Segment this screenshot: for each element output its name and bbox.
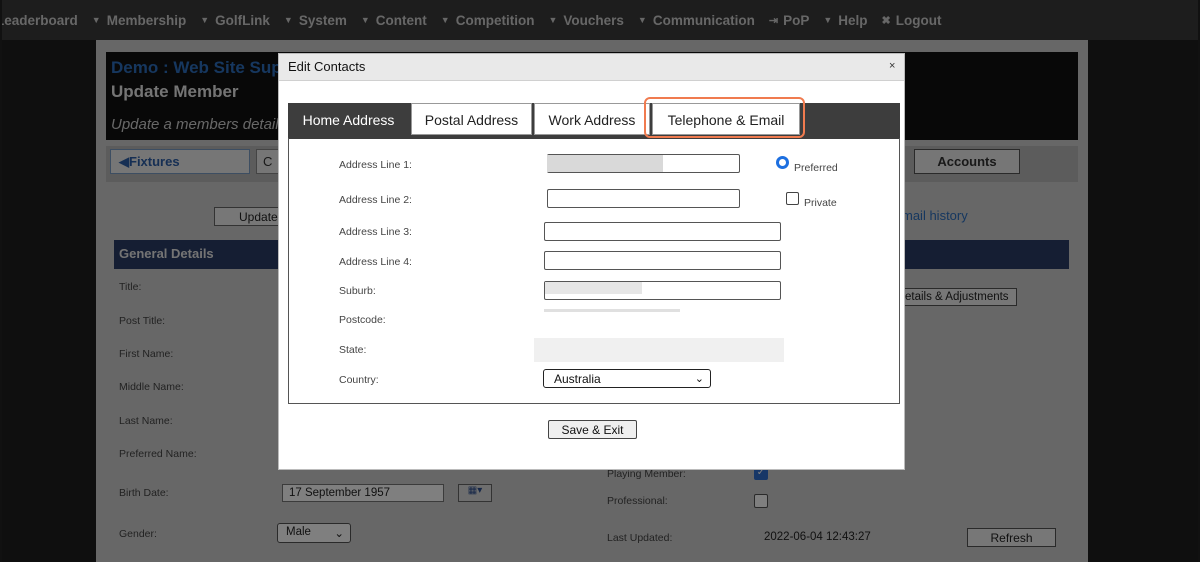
save-exit-button[interactable]: Save & Exit bbox=[548, 420, 637, 439]
address-line-4-label: Address Line 4: bbox=[339, 256, 412, 268]
edit-contacts-dialog: Edit Contacts × Home Address Postal Addr… bbox=[278, 53, 905, 470]
address-line-2-label: Address Line 2: bbox=[339, 194, 412, 206]
country-label: Country: bbox=[339, 374, 379, 386]
state-redacted bbox=[534, 338, 784, 362]
close-icon[interactable]: × bbox=[889, 60, 895, 72]
address-line-3-input[interactable] bbox=[544, 222, 781, 241]
redacted-value bbox=[545, 282, 642, 294]
country-select[interactable]: Australia ⌄ bbox=[543, 369, 711, 388]
chevron-down-icon: ⌄ bbox=[694, 373, 704, 385]
state-label: State: bbox=[339, 344, 367, 356]
private-label: Private bbox=[804, 197, 837, 209]
address-tabs: Home Address Postal Address Work Address… bbox=[288, 103, 900, 139]
dialog-titlebar: Edit Contacts × bbox=[279, 54, 904, 81]
postcode-redacted bbox=[544, 309, 680, 312]
private-checkbox[interactable] bbox=[786, 192, 799, 205]
address-line-4-input[interactable] bbox=[544, 251, 781, 270]
home-address-form: Address Line 1: Address Line 2: Address … bbox=[288, 138, 900, 404]
tab-highlight bbox=[644, 97, 805, 138]
preferred-label: Preferred bbox=[794, 162, 838, 174]
frame-left bbox=[0, 0, 2, 562]
redacted-value bbox=[547, 155, 663, 172]
preferred-radio[interactable] bbox=[776, 156, 789, 169]
address-line-2-input[interactable] bbox=[547, 189, 740, 208]
dialog-title: Edit Contacts bbox=[288, 59, 366, 74]
suburb-label: Suburb: bbox=[339, 285, 376, 297]
tab-work-address[interactable]: Work Address bbox=[534, 103, 650, 135]
tab-home-address[interactable]: Home Address bbox=[288, 103, 409, 135]
tab-postal-address[interactable]: Postal Address bbox=[411, 103, 532, 135]
address-line-3-label: Address Line 3: bbox=[339, 226, 412, 238]
country-value: Australia bbox=[554, 372, 601, 386]
postcode-label: Postcode: bbox=[339, 314, 386, 326]
address-line-1-label: Address Line 1: bbox=[339, 159, 412, 171]
